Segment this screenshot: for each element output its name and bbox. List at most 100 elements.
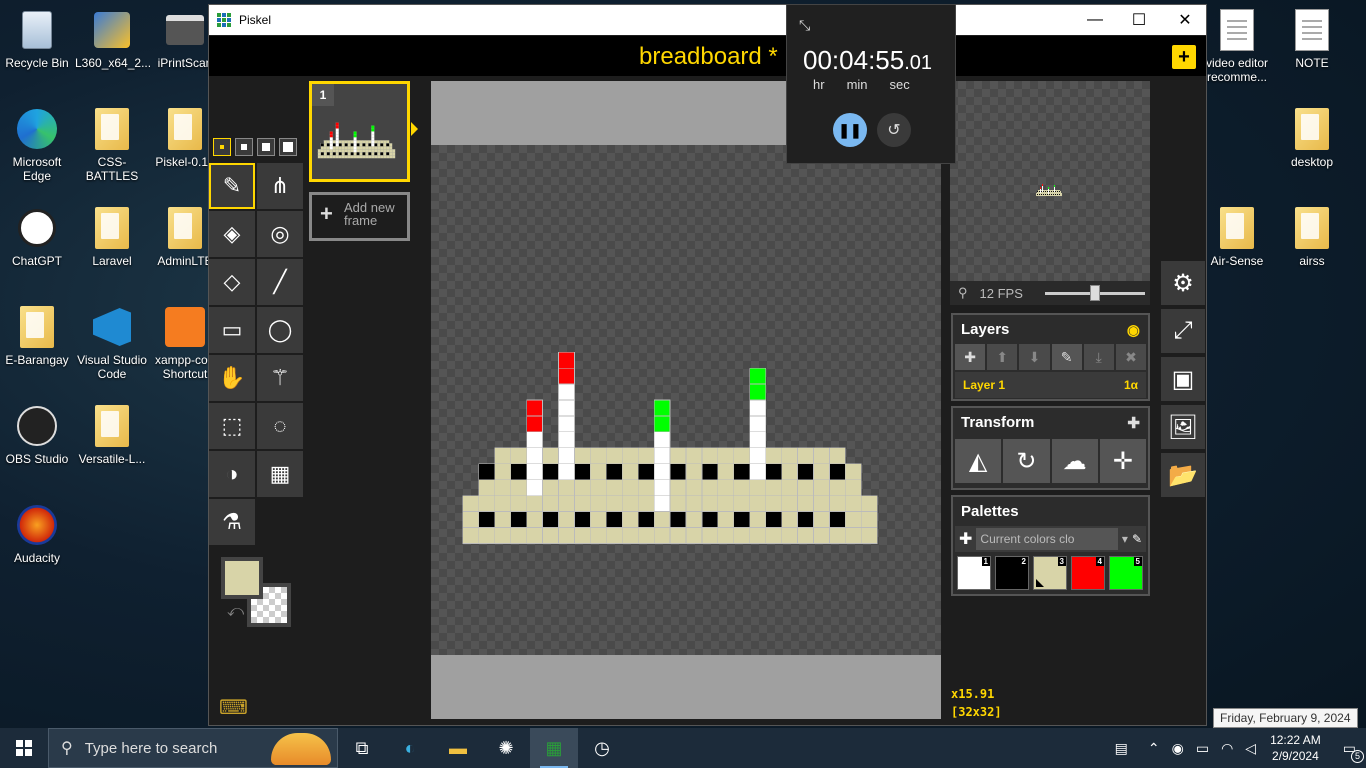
paint-all-tool[interactable]: ◎ [257, 211, 303, 257]
desktop-icon-recycle-bin[interactable]: Recycle Bin [0, 8, 74, 70]
sprite-pixel [371, 155, 375, 159]
shape-select-tool[interactable]: ⚚ [257, 355, 303, 401]
layer-alpha[interactable]: 1α [1124, 378, 1138, 392]
stroke-tool[interactable]: ╱ [257, 259, 303, 305]
pen-size-2[interactable] [235, 138, 253, 156]
desktop-icon-edge[interactable]: Microsoft Edge [0, 107, 74, 183]
swatch-4[interactable]: 4 [1071, 556, 1105, 590]
edit-palette-icon[interactable]: ✎ [1132, 532, 1142, 546]
desktop-icon-note[interactable]: NOTE [1275, 8, 1349, 70]
pause-button[interactable]: ❚❚ [833, 113, 867, 147]
notifications-button[interactable]: ▭ 5 [1343, 740, 1364, 763]
add-layer-button[interactable]: ✚ [955, 344, 986, 370]
taskbar-clock-app[interactable]: ◷ [578, 728, 626, 768]
swatch-3[interactable]: 3 [1033, 556, 1067, 590]
palette-select[interactable]: Current colors clo [976, 528, 1118, 550]
close-button[interactable]: ✕ [1162, 5, 1208, 35]
new-sprite-button[interactable]: + [1172, 45, 1196, 69]
merge-layer-button[interactable]: ⤓ [1083, 344, 1114, 370]
desktop-icon-desktop-folder[interactable]: desktop [1275, 107, 1349, 169]
task-view-button[interactable]: ⧉ [338, 728, 386, 768]
pen-tool[interactable]: ✎ [209, 163, 255, 209]
rotate-button[interactable]: ↻ [1003, 439, 1050, 483]
fps-slider[interactable] [1045, 285, 1145, 301]
desktop-icon-audacity[interactable]: Audacity [0, 503, 74, 565]
eraser-tool[interactable]: ◇ [209, 259, 255, 305]
chevron-down-icon[interactable]: ▾ [1122, 532, 1128, 546]
sprite-title[interactable]: breadboard * [639, 43, 778, 71]
sprite-pixel [590, 479, 607, 496]
desktop-icon-l360[interactable]: L360_x64_2... [75, 8, 151, 70]
move-layer-up-button[interactable]: ⬆ [987, 344, 1018, 370]
frame-thumbnail-1[interactable]: 1 [309, 81, 410, 182]
save-button[interactable]: ▣ [1161, 357, 1205, 401]
rect-select-tool[interactable]: ⬚ [209, 403, 255, 449]
swap-colors-icon[interactable]: ⤺ [227, 603, 244, 621]
move-tool[interactable]: ✋ [209, 355, 255, 401]
layer-item[interactable]: Layer 1 1α [955, 372, 1146, 398]
taskbar-piskel[interactable]: ▦ [530, 728, 578, 768]
desktop-icon-versatile[interactable]: Versatile-L... [75, 404, 149, 466]
minimize-button[interactable]: — [1072, 5, 1118, 35]
import-button[interactable]: 📂 [1161, 453, 1205, 497]
paint-bucket-tool[interactable]: ◈ [209, 211, 255, 257]
pen-size-4[interactable] [279, 138, 297, 156]
mirror-pen-tool[interactable]: ⋔ [257, 163, 303, 209]
center-button[interactable]: ✛ [1099, 439, 1146, 483]
circle-tool[interactable]: ◯ [257, 307, 303, 353]
desktop-icon-e-barangay[interactable]: E-Barangay [0, 305, 74, 367]
taskbar-chatgpt[interactable]: ✺ [482, 728, 530, 768]
pen-size-3[interactable] [257, 138, 275, 156]
primary-color[interactable] [221, 557, 263, 599]
plus-icon[interactable]: ✚ [1127, 414, 1140, 432]
desktop-icon-obs[interactable]: OBS Studio [0, 404, 74, 466]
chevron-up-icon[interactable]: ⌃ [1148, 740, 1160, 757]
dithering-tool[interactable]: ▦ [257, 451, 303, 497]
desktop-icon-laravel[interactable]: Laravel [75, 206, 149, 268]
settings-button[interactable]: ⚙ [1161, 261, 1205, 305]
webcam-icon[interactable]: ◉ [1172, 740, 1184, 757]
desktop-icon-css-battles[interactable]: CSS-BATTLES [75, 107, 149, 183]
swatch-2[interactable]: 2 [995, 556, 1029, 590]
desktop-icon-vscode[interactable]: Visual Studio Code [75, 305, 149, 381]
swatch-5[interactable]: 5 [1109, 556, 1143, 590]
flip-button[interactable]: ◭ [955, 439, 1002, 483]
keyboard-shortcuts-icon[interactable]: ⌨ [219, 695, 248, 720]
volume-icon[interactable]: ◁ [1245, 740, 1256, 757]
taskbar-file-explorer[interactable]: ▬ [434, 728, 482, 768]
desktop-icon-chatgpt[interactable]: ChatGPT [0, 206, 74, 268]
edit-layer-button[interactable]: ✎ [1051, 344, 1082, 370]
export-button[interactable]: 🖼 [1161, 405, 1205, 449]
delete-layer-button[interactable]: ✖ [1115, 344, 1147, 370]
search-box[interactable]: ⚲ Type here to search [48, 728, 338, 768]
taskbar-edge[interactable]: ◐ [386, 728, 434, 768]
drawing-area[interactable] [431, 81, 941, 719]
desktop-icon-video-editor[interactable]: video editor recomme... [1200, 8, 1274, 84]
battery-icon[interactable]: ▭ [1196, 740, 1209, 757]
clone-button[interactable]: ☁ [1051, 439, 1098, 483]
eye-icon[interactable]: ◉ [1127, 321, 1140, 339]
move-layer-down-button[interactable]: ⬇ [1019, 344, 1050, 370]
desktop-icon-air-sense[interactable]: Air-Sense [1200, 206, 1274, 268]
maximize-button[interactable]: ☐ [1116, 5, 1162, 35]
onion-skin-icon[interactable]: ⚲ [958, 285, 968, 301]
start-button[interactable] [0, 728, 48, 768]
drawing-canvas[interactable] [431, 145, 941, 655]
lasso-select-tool[interactable]: ◌ [257, 403, 303, 449]
swatch-1[interactable]: 1 [957, 556, 991, 590]
color-picker-tool[interactable]: ⚗ [209, 499, 255, 545]
pen-size-1[interactable] [213, 138, 231, 156]
taskbar-clock[interactable]: 12:22 AM 2/9/2024 [1262, 732, 1329, 764]
wifi-icon[interactable]: ◠ [1221, 740, 1233, 757]
add-palette-icon[interactable]: ✚ [959, 529, 972, 549]
expand-icon[interactable]: ⤡ [799, 17, 810, 34]
reset-button[interactable]: ↺ [877, 113, 911, 147]
rectangle-tool[interactable]: ▭ [209, 307, 255, 353]
window-titlebar[interactable]: Piskel — ☐ ✕ [209, 5, 1206, 35]
news-icon[interactable]: ▤ [1115, 740, 1128, 757]
resize-button[interactable]: ⤢ [1161, 309, 1205, 353]
fps-slider-handle[interactable] [1090, 285, 1100, 301]
add-new-frame-button[interactable]: + Add new frame [309, 192, 410, 241]
desktop-icon-airss[interactable]: airss [1275, 206, 1349, 268]
lighten-tool[interactable]: ◑ [209, 451, 255, 497]
